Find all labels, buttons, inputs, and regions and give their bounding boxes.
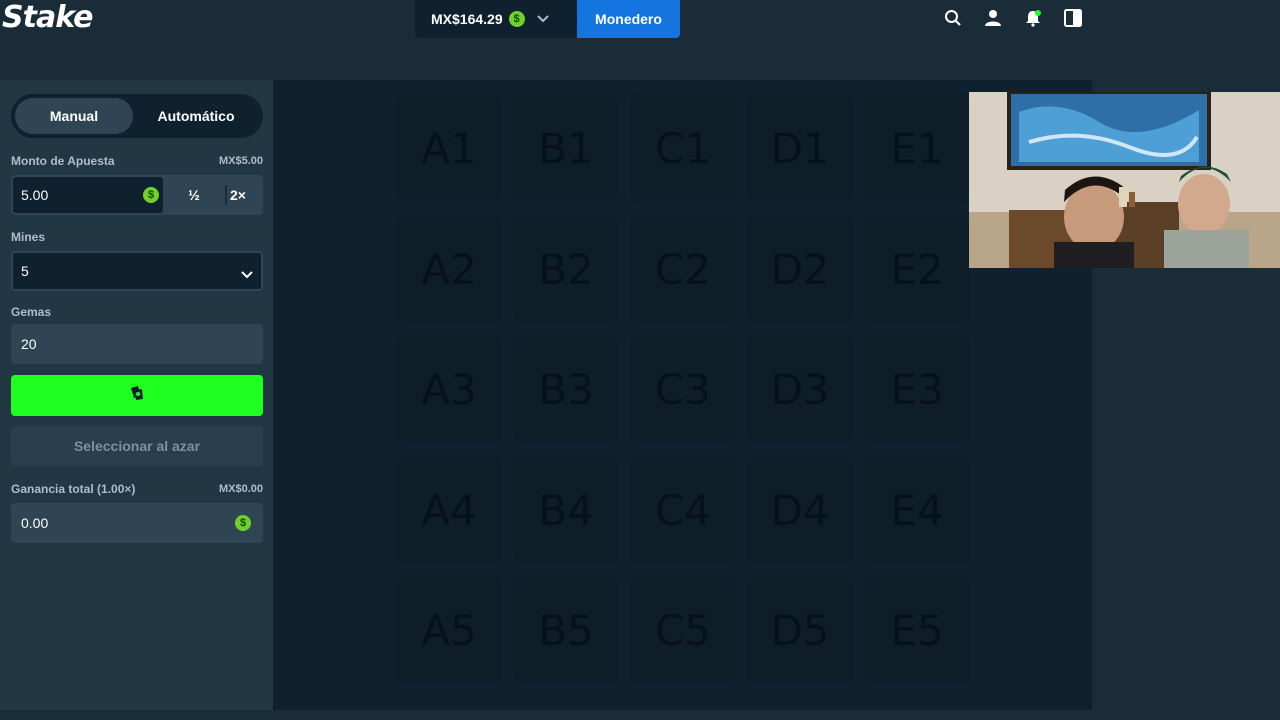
mine-tile[interactable]: E3: [864, 336, 970, 442]
mine-tile[interactable]: E5: [864, 577, 970, 683]
mine-tile[interactable]: D3: [747, 336, 853, 442]
cards-icon: [128, 385, 146, 406]
double-bet-button[interactable]: 2×: [216, 175, 260, 215]
mine-tile[interactable]: A4: [396, 457, 502, 563]
mine-tile[interactable]: A5: [396, 577, 502, 683]
mine-tile[interactable]: C3: [630, 336, 736, 442]
coin-icon: $: [143, 187, 159, 203]
gems-value: 20: [21, 336, 37, 352]
bet-amount-converted: MX$5.00: [218, 155, 263, 167]
bet-amount-label-row: Monto de Apuesta MX$5.00: [11, 154, 263, 168]
profit-value: 0.00: [21, 515, 49, 531]
profit-field: 0.00 $: [11, 503, 263, 543]
mine-tile[interactable]: C4: [630, 457, 736, 563]
balance-amount: MX$164.29: [431, 11, 503, 27]
random-pick-button[interactable]: Seleccionar al azar: [11, 426, 263, 466]
gems-label-row: Gemas: [11, 305, 263, 319]
mine-tile[interactable]: E4: [864, 457, 970, 563]
mine-tile[interactable]: D2: [747, 216, 853, 322]
bet-amount-label: Monto de Apuesta: [11, 154, 115, 168]
chevron-down-icon: [536, 12, 549, 26]
mine-tile[interactable]: C2: [630, 216, 736, 322]
bet-sidebar: Manual Automático Monto de Apuesta MX$5.…: [0, 80, 273, 710]
mine-tile[interactable]: E1: [864, 95, 970, 201]
profit-converted: MX$0.00: [218, 483, 263, 495]
bottom-strip: [0, 710, 1280, 720]
mine-tile[interactable]: D1: [747, 95, 853, 201]
mines-label-row: Mines: [11, 230, 263, 244]
profit-label: Ganancia total (1.00×): [11, 482, 136, 496]
mines-select[interactable]: 5: [11, 251, 263, 291]
mine-tile[interactable]: A2: [396, 216, 502, 322]
balance-selector[interactable]: MX$164.29 $: [415, 0, 577, 38]
gems-label: Gemas: [11, 305, 52, 319]
mine-tile[interactable]: B5: [513, 577, 619, 683]
tab-automatic[interactable]: Automático: [133, 98, 259, 134]
mines-label: Mines: [11, 230, 46, 244]
mine-tile[interactable]: B1: [513, 95, 619, 201]
mine-tile[interactable]: C5: [630, 577, 736, 683]
tab-manual[interactable]: Manual: [15, 98, 133, 134]
bet-amount-value: 5.00: [21, 187, 49, 203]
panel-icon[interactable]: [1063, 8, 1083, 28]
mine-tile[interactable]: D4: [747, 457, 853, 563]
gems-field: 20: [11, 324, 263, 364]
chevron-down-icon: [241, 266, 253, 282]
mode-tabs: Manual Automático: [11, 94, 263, 138]
mine-tile[interactable]: C1: [630, 95, 736, 201]
top-bar: Stake MX$164.29 $ Monedero: [0, 0, 1280, 40]
stake-logo[interactable]: Stake: [2, 0, 93, 35]
mine-tile[interactable]: D5: [747, 577, 853, 683]
mine-tile[interactable]: B2: [513, 216, 619, 322]
mine-tile[interactable]: B3: [513, 336, 619, 442]
coin-icon: $: [235, 515, 251, 531]
bell-icon[interactable]: [1023, 8, 1043, 28]
mines-value: 5: [21, 263, 29, 279]
mine-tile[interactable]: B4: [513, 457, 619, 563]
webcam-overlay: [969, 92, 1280, 268]
user-icon[interactable]: [983, 8, 1003, 28]
coin-icon: $: [508, 11, 525, 27]
profit-label-row: Ganancia total (1.00×) MX$0.00: [11, 482, 263, 496]
bet-amount-input[interactable]: 5.00 $: [13, 177, 163, 213]
wallet-button[interactable]: Monedero: [577, 0, 680, 38]
search-icon[interactable]: [943, 8, 963, 28]
bet-amount-field: 5.00 $ ½ 2×: [11, 175, 263, 215]
bet-button[interactable]: [11, 375, 263, 416]
half-bet-button[interactable]: ½: [172, 175, 216, 215]
mine-tile[interactable]: A1: [396, 95, 502, 201]
mine-tile[interactable]: A3: [396, 336, 502, 442]
mine-tile[interactable]: E2: [864, 216, 970, 322]
